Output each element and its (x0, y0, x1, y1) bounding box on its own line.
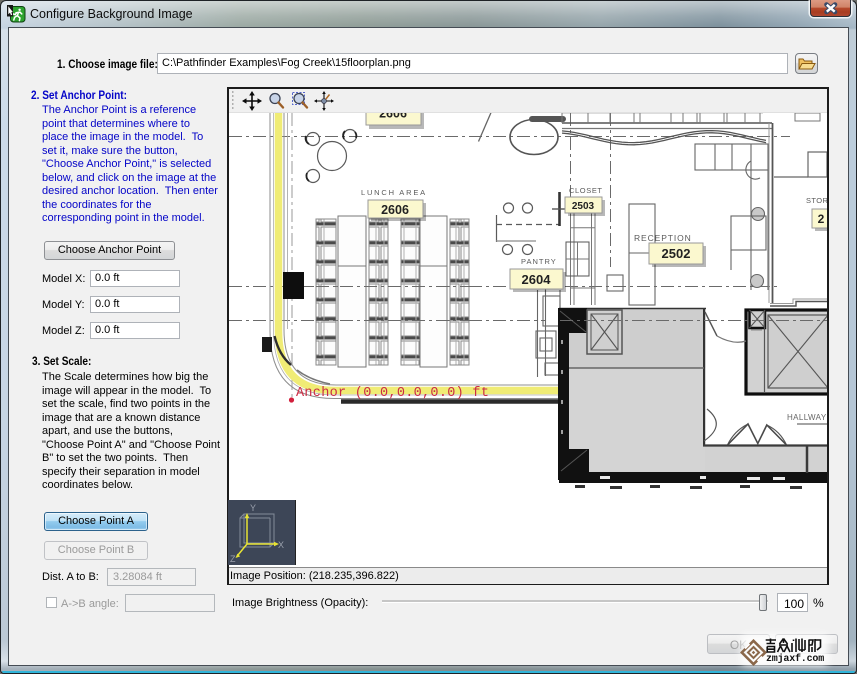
svg-text:STOR: STOR (806, 196, 827, 205)
svg-text:HALLWAY: HALLWAY (787, 413, 827, 422)
svg-text:2: 2 (818, 212, 825, 226)
svg-text:2606: 2606 (381, 203, 409, 217)
svg-text:RECEPTION: RECEPTION (634, 233, 692, 243)
svg-text:2606: 2606 (379, 113, 407, 121)
svg-text:2503: 2503 (572, 201, 595, 212)
svg-text:Y: Y (250, 503, 256, 513)
svg-text:CLOSET: CLOSET (569, 186, 603, 195)
svg-text:PANTRY: PANTRY (521, 257, 557, 266)
svg-text:2604: 2604 (522, 272, 552, 287)
svg-text:LUNCH AREA: LUNCH AREA (361, 188, 427, 197)
svg-text:Z: Z (230, 554, 236, 564)
svg-text:X: X (278, 540, 284, 550)
svg-text:Anchor (0.0,0.0,0.0) ft: Anchor (0.0,0.0,0.0) ft (296, 386, 489, 401)
svg-text:2502: 2502 (662, 246, 691, 261)
